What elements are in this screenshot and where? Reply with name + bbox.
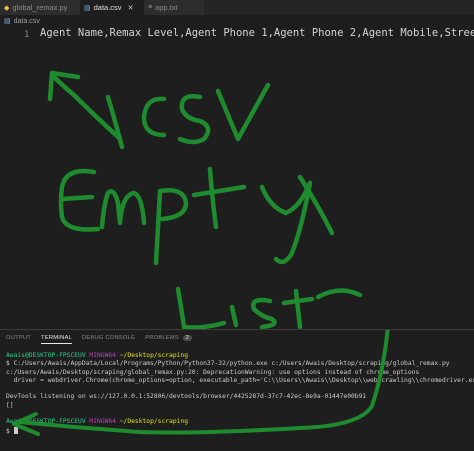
tab-label: data.csv [93,3,122,12]
csv-file-icon: ▤ [4,18,11,25]
letter-t [191,166,247,230]
handwritten-arrow-loop [12,330,390,436]
tab-app-txt[interactable]: ≡ app.txt [144,0,204,15]
breadcrumb-file[interactable]: data.csv [14,18,40,25]
letter-m [99,189,147,230]
letter-i [229,304,239,328]
tab-data-csv[interactable]: ▤ data.csv ✕ [80,0,144,15]
editor-tab-bar: ◆ global_remax.py ▤ data.csv ✕ ≡ app.txt [0,0,474,15]
letter-s2 [251,297,277,329]
letter-v [215,82,271,142]
letter-t2 [281,288,315,329]
letter-s [177,94,211,145]
close-icon[interactable]: ✕ [128,4,134,12]
loop-arrow-right [18,330,390,435]
letter-p [153,188,189,266]
arrow-to-csv-header [49,72,121,140]
csv-backslash [105,94,125,150]
tab-label: global_remax.py [12,3,68,12]
tab-label: app.txt [155,3,178,12]
python-file-icon: ◆ [4,4,10,12]
letter-e [58,168,101,232]
csv-file-icon: ▤ [84,4,91,12]
text-file-icon: ≡ [148,4,153,11]
letter-y [259,180,313,265]
handwritten-annotations [47,70,363,329]
bottom-panel: OUTPUT TERMINAL DEBUG CONSOLE PROBLEMS 2… [0,329,474,451]
tab-global-remax-py[interactable]: ◆ global_remax.py [0,0,80,15]
letter-c1 [141,96,167,138]
loop-arrow-top [315,288,363,300]
breadcrumb: ▤ data.csv [0,15,474,27]
code-editor[interactable]: 1 Agent Name,Remax Level,Agent Phone 1,A… [0,27,474,329]
letter-l [175,286,227,329]
